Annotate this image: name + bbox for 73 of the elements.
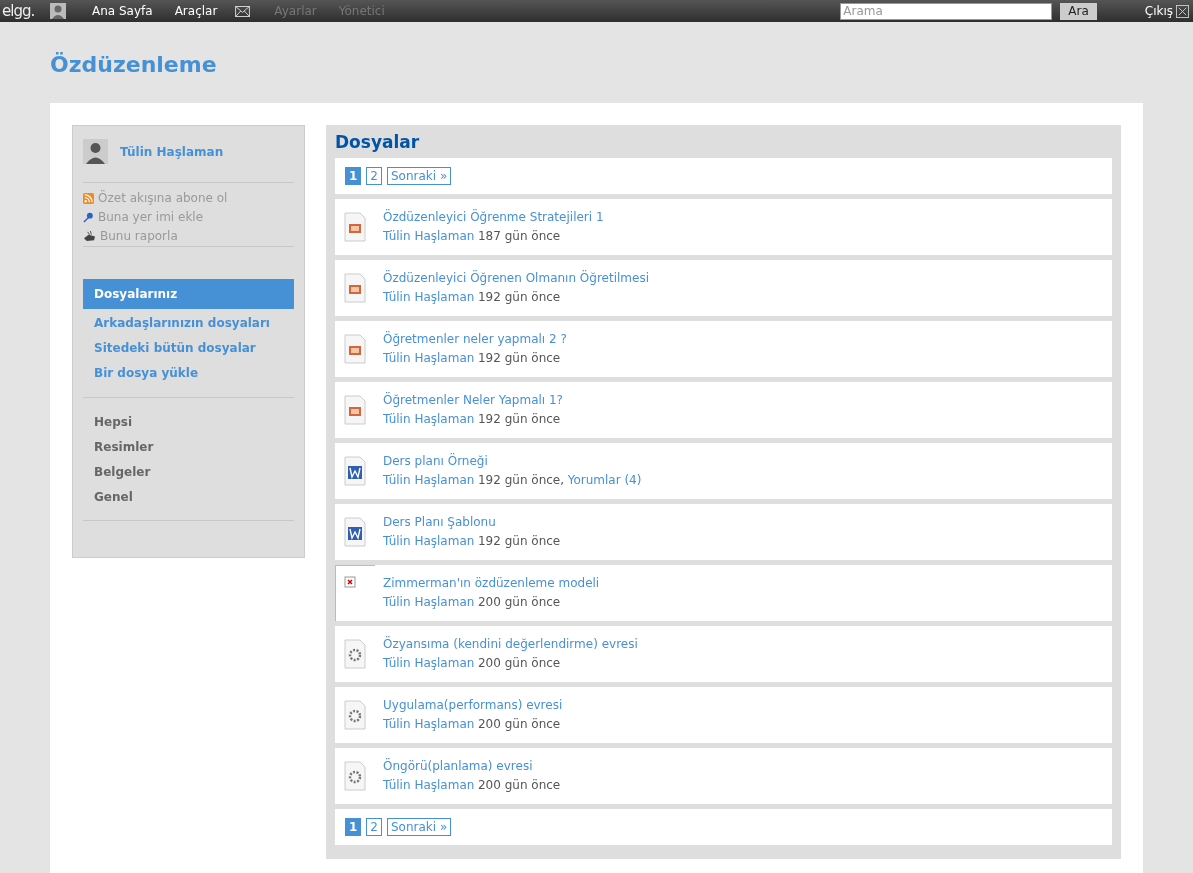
pushpin-icon [83,212,94,223]
close-icon[interactable] [1176,4,1189,18]
menu-item[interactable]: Arkadaşlarınızın dosyaları [83,312,294,334]
author-link[interactable]: Tülin Haşlaman [383,656,475,670]
time-ago: 192 gün önce [477,534,561,548]
time-ago: 192 gün önce [477,290,561,304]
avatar-icon[interactable] [50,3,66,19]
time-ago: 192 gün önce [477,351,561,365]
time-ago: 200 gün önce [477,778,561,792]
file-title-link[interactable]: Ders planı Örneği [383,452,642,471]
file-title-link[interactable]: Özdüzenleyici Öğrenen Olmanın Öğretilmesi [383,269,649,288]
presentation-file-icon [344,395,366,425]
author-link[interactable]: Tülin Haşlaman [383,351,475,365]
time-ago: 200 gün önce [477,595,561,609]
filter-link[interactable]: Genel [83,485,294,510]
author-link[interactable]: Tülin Haşlaman [383,778,475,792]
action-link[interactable]: Bunu raporla [100,227,178,246]
comments-link[interactable]: Yorumlar (4) [567,473,642,487]
document-file-icon [344,517,366,547]
next-link[interactable]: Sonraki » [387,167,452,185]
presentation-file-icon [344,334,366,364]
author-link[interactable]: Tülin Haşlaman [383,412,475,426]
menu-item[interactable]: Sitedeki bütün dosyalar [83,337,294,359]
search-button[interactable]: Ara [1060,2,1097,20]
file-title-link[interactable]: Öğretmenler Neler Yapmalı 1? [383,391,563,410]
time-ago: 200 gün önce [477,717,561,731]
filter-link[interactable]: Hepsi [83,410,294,435]
next-link[interactable]: Sonraki » [387,818,452,836]
mail-icon[interactable] [235,5,251,17]
nav-link[interactable]: Araçlar [174,4,218,18]
file-title-link[interactable]: Uygulama(performans) evresi [383,696,563,715]
gear-file-icon [344,700,366,730]
time-ago: 187 gün önce [477,229,561,243]
page-link[interactable]: 1 [345,167,362,185]
time-ago: 192 gün önce [477,412,561,426]
gear-file-icon [344,639,366,669]
author-link[interactable]: Tülin Haşlaman [383,229,475,243]
menu-item[interactable]: Dosyalarınız [83,279,294,309]
author-link[interactable]: Tülin Haşlaman [383,534,475,548]
action-link[interactable]: Özet akışına abone ol [98,189,228,208]
page-link[interactable]: 2 [366,167,382,185]
file-title-link[interactable]: Özdüzenleyici Öğrenme Stratejileri 1 [383,208,604,227]
avatar-icon[interactable] [83,139,108,164]
filter-link[interactable]: Belgeler [83,460,294,485]
gear-file-icon [344,761,366,791]
presentation-file-icon [344,273,366,303]
filter-link[interactable]: Resimler [83,435,294,460]
file-title-link[interactable]: Ders Planı Şablonu [383,513,561,532]
site-logo[interactable]: elgg. [2,2,40,20]
file-title-link[interactable]: Zimmerman'ın özdüzenleme modeli [383,574,600,593]
time-ago: 200 gün önce [477,656,561,670]
page-link[interactable]: 1 [345,818,362,836]
author-link[interactable]: Tülin Haşlaman [383,290,475,304]
nav-link[interactable]: Ana Sayfa [92,4,153,18]
search-field[interactable]: Arama [840,2,1053,20]
file-title-link[interactable]: Öğretmenler neler yapmalı 2 ? [383,330,567,349]
user-name[interactable]: Tülin Haşlaman [120,144,224,159]
page-title: Özdüzenleme [50,52,218,79]
logout-link[interactable]: Çıkış [1144,4,1173,18]
file-title-link[interactable]: Öngörü(planlama) evresi [383,757,561,776]
presentation-file-icon [344,212,366,242]
menu-item[interactable]: Bir dosya yükle [83,362,294,384]
rss-icon [83,193,94,204]
author-link[interactable]: Tülin Haşlaman [383,595,475,609]
file-title-link[interactable]: Özyansıma (kendini değerlendirme) evresi [383,635,638,654]
action-link[interactable]: Buna yer imi ekle [98,208,204,227]
page-link[interactable]: 2 [366,818,382,836]
author-link[interactable]: Tülin Haşlaman [383,473,475,487]
document-file-icon [344,456,366,486]
section-title: Dosyalar [335,132,421,152]
author-link[interactable]: Tülin Haşlaman [383,717,475,731]
hand-icon [83,231,96,242]
time-ago: 192 gün önce, [477,473,565,487]
